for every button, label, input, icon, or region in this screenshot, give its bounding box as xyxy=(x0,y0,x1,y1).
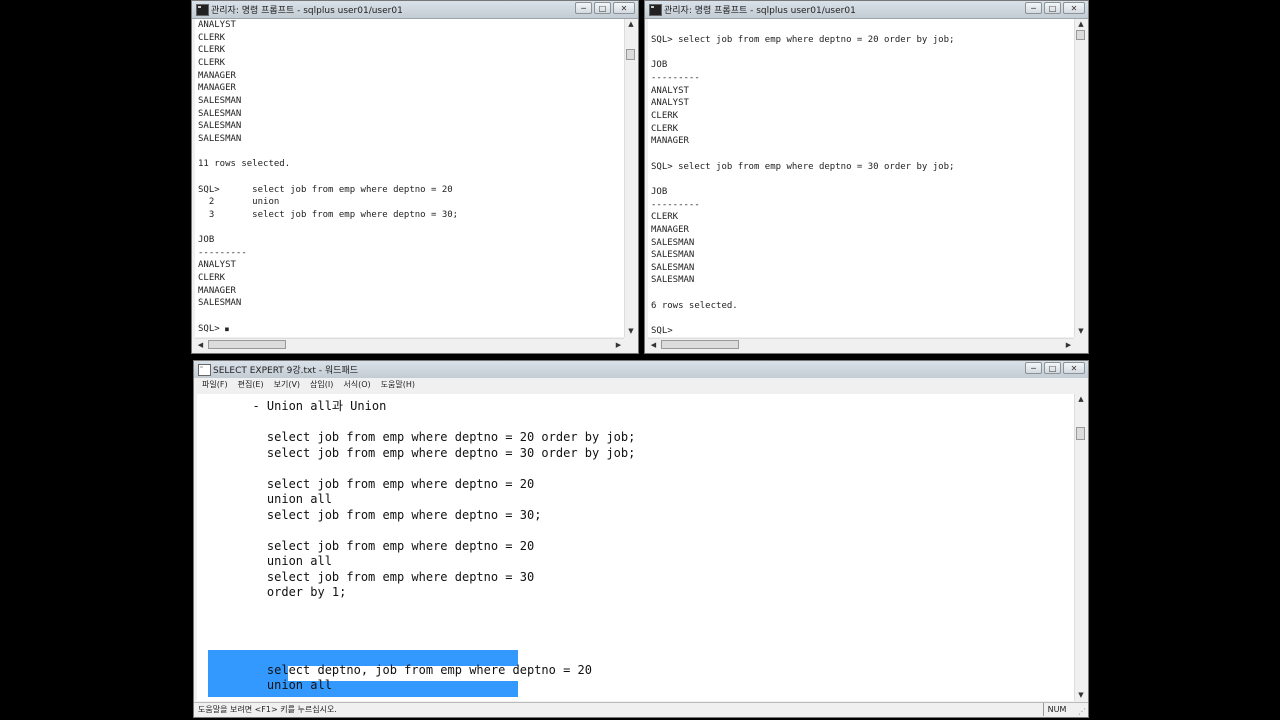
scroll-thumb[interactable] xyxy=(626,49,635,60)
resize-grip-icon[interactable]: ⋰ xyxy=(1078,707,1086,716)
window-title: SELECT EXPERT 9강.txt - 워드패드 xyxy=(213,366,359,376)
menu-edit[interactable]: 편집(E) xyxy=(238,378,264,392)
console-text: SQL> select job from emp where deptno = … xyxy=(651,35,955,337)
selected-text: select job from emp where deptno = 20 un… xyxy=(266,600,542,646)
scroll-left-arrow-icon[interactable]: ◀ xyxy=(195,339,206,351)
close-button[interactable]: ✕ xyxy=(1063,2,1085,14)
cmd-icon xyxy=(649,4,662,16)
scroll-down-arrow-icon[interactable]: ▼ xyxy=(1076,690,1086,701)
scroll-thumb[interactable] xyxy=(661,340,739,349)
vertical-scrollbar[interactable]: ▲ ▼ xyxy=(624,19,637,337)
scroll-up-arrow-icon[interactable]: ▲ xyxy=(1076,19,1086,30)
close-button[interactable]: ✕ xyxy=(613,2,635,14)
minimize-button[interactable]: ─ xyxy=(575,2,592,14)
scroll-thumb[interactable] xyxy=(208,340,286,349)
menu-help[interactable]: 도움말(H) xyxy=(381,378,415,392)
menu-view[interactable]: 보기(V) xyxy=(274,378,300,392)
menu-format[interactable]: 서식(O) xyxy=(343,378,370,392)
horizontal-scrollbar[interactable]: ◀ ▶ xyxy=(195,338,624,351)
horizontal-scrollbar[interactable]: ◀ ▶ xyxy=(648,338,1074,351)
vertical-scrollbar[interactable]: ▲ ▼ xyxy=(1074,394,1087,701)
menu-bar: 파일(F) 편집(E) 보기(V) 삽입(I) 서식(O) 도움말(H) xyxy=(194,378,1088,392)
status-text: 도움말을 보려면 <F1> 키를 누르십시오. xyxy=(198,705,337,714)
vertical-scrollbar[interactable]: ▲ ▼ xyxy=(1074,19,1087,337)
window-title: 관리자: 명령 프롬프트 - sqlplus user01/user01 xyxy=(664,6,856,16)
minimize-button[interactable]: ─ xyxy=(1025,2,1042,14)
num-lock-indicator: NUM xyxy=(1043,703,1070,716)
console-window-right[interactable]: 관리자: 명령 프롬프트 - sqlplus user01/user01 ─ □… xyxy=(644,0,1089,354)
status-bar: 도움말을 보려면 <F1> 키를 누르십시오. NUM ⋰ xyxy=(194,702,1088,717)
scroll-down-arrow-icon[interactable]: ▼ xyxy=(1076,326,1086,337)
document-area[interactable]: - Union all과 Union select job from emp w… xyxy=(197,394,1074,701)
document-text-after: select deptno, job from emp where deptno… xyxy=(266,662,593,693)
console-window-left[interactable]: 관리자: 명령 프롬프트 - sqlplus user01/user01 ─ □… xyxy=(191,0,639,354)
maximize-button[interactable]: □ xyxy=(1044,2,1061,14)
scroll-right-arrow-icon[interactable]: ▶ xyxy=(1063,339,1074,351)
scroll-left-arrow-icon[interactable]: ◀ xyxy=(648,339,659,351)
console-output[interactable]: SQL> select job from emp where deptno = … xyxy=(648,19,1074,337)
title-bar[interactable]: 관리자: 명령 프롬프트 - sqlplus user01/user01 ─ □… xyxy=(192,1,638,19)
document-text-before: - Union all과 Union select job from emp w… xyxy=(252,399,636,599)
scroll-thumb[interactable] xyxy=(1076,427,1085,440)
console-output[interactable]: ANALYST CLERK CLERK CLERK MANAGER MANAGE… xyxy=(195,19,624,337)
title-bar[interactable]: 관리자: 명령 프롬프트 - sqlplus user01/user01 ─ □… xyxy=(645,1,1088,19)
close-button[interactable]: ✕ xyxy=(1063,362,1085,374)
console-text: ANALYST CLERK CLERK CLERK MANAGER MANAGE… xyxy=(198,20,459,334)
document-text: - Union all과 Union select job from emp w… xyxy=(238,399,635,694)
scroll-right-arrow-icon[interactable]: ▶ xyxy=(613,339,624,351)
text-cursor: ■ xyxy=(225,325,229,333)
title-bar[interactable]: SELECT EXPERT 9강.txt - 워드패드 ─ □ ✕ xyxy=(194,361,1088,379)
scroll-down-arrow-icon[interactable]: ▼ xyxy=(626,326,636,337)
menu-file[interactable]: 파일(F) xyxy=(202,378,228,392)
menu-insert[interactable]: 삽입(I) xyxy=(310,378,333,392)
cmd-icon xyxy=(196,4,209,16)
wordpad-icon xyxy=(198,364,211,376)
minimize-button[interactable]: ─ xyxy=(1025,362,1042,374)
maximize-button[interactable]: □ xyxy=(1044,362,1061,374)
scroll-up-arrow-icon[interactable]: ▲ xyxy=(626,19,636,30)
window-title: 관리자: 명령 프롬프트 - sqlplus user01/user01 xyxy=(211,6,403,16)
maximize-button[interactable]: □ xyxy=(594,2,611,14)
wordpad-window[interactable]: SELECT EXPERT 9강.txt - 워드패드 ─ □ ✕ 파일(F) … xyxy=(193,360,1089,718)
scroll-thumb[interactable] xyxy=(1076,30,1085,40)
scroll-up-arrow-icon[interactable]: ▲ xyxy=(1076,394,1086,405)
